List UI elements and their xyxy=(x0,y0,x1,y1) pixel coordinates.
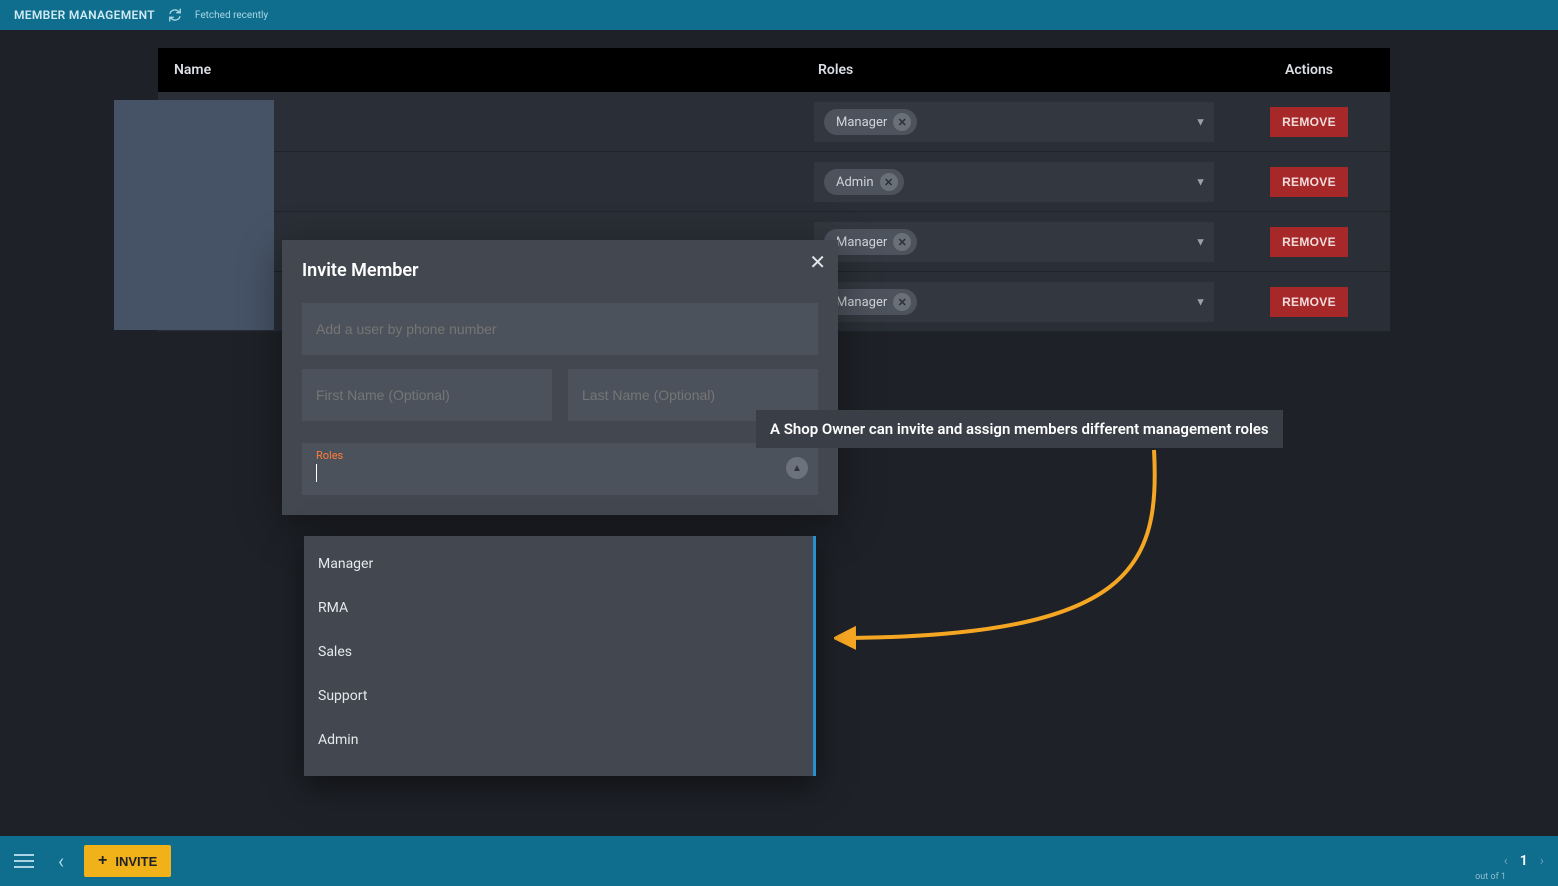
menu-icon[interactable] xyxy=(14,849,38,873)
column-actions: Actions xyxy=(1244,62,1374,78)
invite-button[interactable]: + INVITE xyxy=(84,845,171,877)
invite-member-modal: ✕ Invite Member Roles ▲ xyxy=(282,240,838,515)
remove-role-icon[interactable]: ✕ xyxy=(893,233,911,251)
role-option-sales[interactable]: Sales xyxy=(304,630,813,674)
role-option-rma[interactable]: RMA xyxy=(304,586,813,630)
page-title: MEMBER MANAGEMENT xyxy=(14,8,155,22)
chevron-up-icon[interactable]: ▲ xyxy=(786,457,808,479)
pagination: ‹ 1 › out of 1 xyxy=(1504,853,1544,869)
phone-input[interactable] xyxy=(316,321,804,337)
role-chip-label: Manager xyxy=(836,115,887,130)
page-next-icon[interactable]: › xyxy=(1540,853,1544,869)
role-option-support[interactable]: Support xyxy=(304,674,813,718)
roles-dropdown[interactable]: Manager ✕ ▼ xyxy=(814,282,1214,322)
column-roles: Roles xyxy=(814,62,1244,78)
first-name-field[interactable] xyxy=(302,369,552,421)
remove-button[interactable]: REMOVE xyxy=(1270,227,1348,257)
role-option-manager[interactable]: Manager xyxy=(304,542,813,586)
role-chip-label: Manager xyxy=(836,295,887,310)
remove-button[interactable]: REMOVE xyxy=(1270,167,1348,197)
chevron-down-icon[interactable]: ▼ xyxy=(1195,116,1206,129)
page-number: 1 xyxy=(1520,853,1528,869)
chevron-down-icon[interactable]: ▼ xyxy=(1195,236,1206,249)
roles-dropdown[interactable]: Manager ✕ ▼ xyxy=(814,102,1214,142)
refresh-icon[interactable] xyxy=(167,7,183,23)
role-chip: Admin ✕ xyxy=(824,169,904,195)
role-chip-label: Manager xyxy=(836,235,887,250)
remove-role-icon[interactable]: ✕ xyxy=(893,113,911,131)
plus-icon: + xyxy=(98,853,107,869)
column-name: Name xyxy=(174,62,814,78)
first-name-input[interactable] xyxy=(316,387,538,403)
text-cursor xyxy=(316,464,317,482)
role-chip: Manager ✕ xyxy=(824,109,917,135)
roles-dropdown-menu: Manager RMA Sales Support Admin xyxy=(304,536,816,776)
page-total: out of 1 xyxy=(1475,872,1506,882)
phone-field[interactable] xyxy=(302,303,818,355)
chevron-down-icon[interactable]: ▼ xyxy=(1195,176,1206,189)
remove-role-icon[interactable]: ✕ xyxy=(880,173,898,191)
table-header: Name Roles Actions xyxy=(158,48,1390,92)
remove-button[interactable]: REMOVE xyxy=(1270,107,1348,137)
roles-dropdown[interactable]: Manager ✕ ▼ xyxy=(814,222,1214,262)
invite-button-label: INVITE xyxy=(115,854,157,869)
chevron-down-icon[interactable]: ▼ xyxy=(1195,296,1206,309)
last-name-input[interactable] xyxy=(582,387,804,403)
annotation-tooltip: A Shop Owner can invite and assign membe… xyxy=(756,410,1283,448)
table-row: Admin ✕ ▼ REMOVE xyxy=(158,152,1390,212)
modal-title: Invite Member xyxy=(302,260,818,281)
remove-button[interactable]: REMOVE xyxy=(1270,287,1348,317)
roles-dropdown[interactable]: Admin ✕ ▼ xyxy=(814,162,1214,202)
close-icon[interactable]: ✕ xyxy=(809,250,826,274)
role-chip-label: Admin xyxy=(836,175,874,190)
bottom-bar: ‹ + INVITE ‹ 1 › out of 1 xyxy=(0,836,1558,886)
fetched-status: Fetched recently xyxy=(195,10,268,21)
page-prev-icon[interactable]: ‹ xyxy=(1504,853,1508,869)
roles-label: Roles xyxy=(316,449,804,462)
back-icon[interactable]: ‹ xyxy=(52,849,70,873)
table-row: Manager ✕ ▼ REMOVE xyxy=(158,92,1390,152)
top-bar: MEMBER MANAGEMENT Fetched recently xyxy=(0,0,1558,30)
remove-role-icon[interactable]: ✕ xyxy=(893,293,911,311)
avatar-redacted xyxy=(114,100,274,330)
roles-select[interactable]: Roles ▲ xyxy=(302,443,818,495)
role-option-admin[interactable]: Admin xyxy=(304,718,813,762)
